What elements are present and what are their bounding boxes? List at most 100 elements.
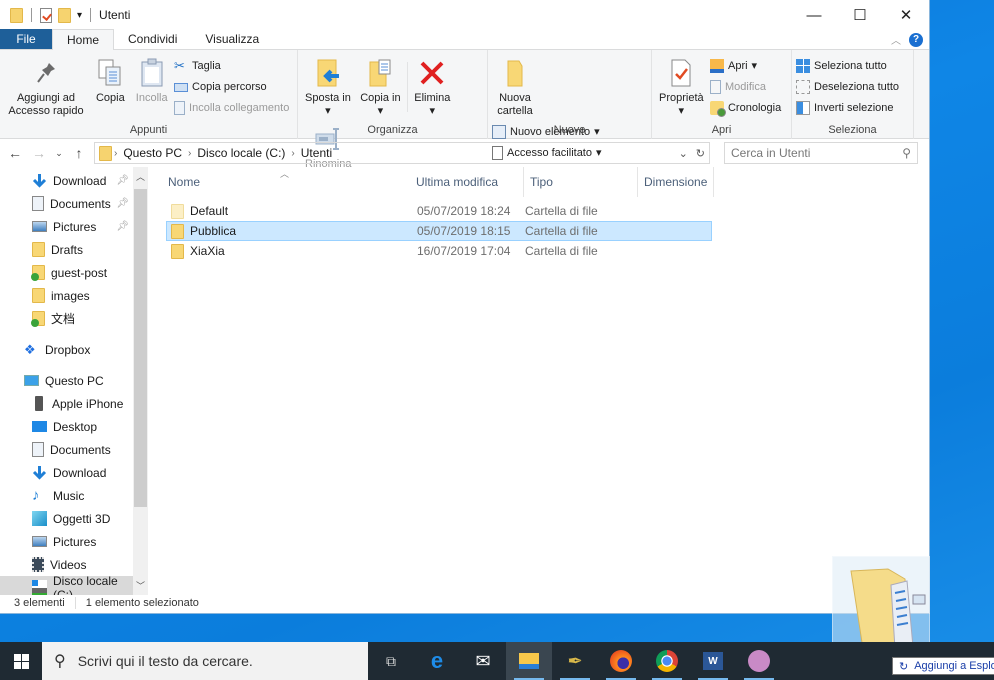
group-label: Seleziona	[828, 124, 877, 136]
copy-path-button[interactable]: Copia percorso	[174, 77, 289, 96]
sidebar-item-documents[interactable]: Documents 📌︎	[0, 192, 133, 215]
file-explorer-button[interactable]	[506, 642, 552, 680]
copy-to-button[interactable]: Copia in ▾	[357, 54, 403, 120]
tab-share[interactable]: Condividi	[114, 29, 191, 49]
cut-button[interactable]: ✂ Taglia	[174, 56, 289, 75]
delete-button[interactable]: Elimina ▾	[411, 54, 453, 120]
sidebar-item-desktop[interactable]: Desktop	[0, 415, 133, 438]
move-to-button[interactable]: Sposta in ▾	[302, 54, 354, 120]
folder-icon	[99, 145, 112, 161]
breadcrumb-users[interactable]: Utenti	[301, 146, 332, 160]
select-none-button[interactable]: Deseleziona tutto	[796, 77, 899, 96]
properties-icon[interactable]	[40, 7, 52, 23]
new-folder-button[interactable]: Nuova cartella	[492, 54, 538, 120]
group-label: Appunti	[129, 124, 168, 136]
select-none-icon	[796, 79, 810, 94]
mail-button[interactable]: ✉	[460, 642, 506, 680]
search-placeholder: Cerca in Utenti	[731, 146, 811, 160]
start-button[interactable]	[0, 642, 42, 680]
scissors-icon: ✂	[174, 57, 185, 73]
forward-button[interactable]: →	[30, 145, 48, 161]
scroll-down-icon[interactable]: ﹀	[133, 579, 148, 592]
edge-icon: e	[430, 648, 444, 673]
paste-shortcut-button[interactable]: Incolla collegamento	[174, 98, 289, 117]
copy-button[interactable]: Copia	[91, 54, 129, 107]
firefox-button[interactable]	[598, 642, 644, 680]
sidebar-item-documents-pc[interactable]: Documents	[0, 438, 133, 461]
taskbar-search[interactable]: ⚲ Scrivi qui il testo da cercare.	[42, 642, 368, 680]
collapse-ribbon-icon[interactable]: ︿	[891, 32, 901, 47]
properties-button[interactable]: Proprietà ▾	[656, 54, 707, 120]
sidebar-item-pictures-pc[interactable]: Pictures	[0, 530, 133, 553]
breadcrumb-this-pc[interactable]: Questo PC	[123, 146, 182, 160]
tab-file[interactable]: File	[0, 29, 52, 49]
chrome-button[interactable]	[644, 642, 690, 680]
sidebar-item-music[interactable]: ♪ Music	[0, 484, 133, 507]
sidebar-item-drafts[interactable]: Drafts	[0, 238, 133, 261]
invert-selection-icon	[796, 100, 810, 115]
sidebar-item-3d-objects[interactable]: Oggetti 3D	[0, 507, 133, 530]
file-row[interactable]: Default 05/07/2019 18:24 Cartella di fil…	[166, 201, 712, 221]
invert-selection-button[interactable]: Inverti selezione	[796, 98, 899, 117]
documents-icon	[32, 196, 44, 211]
open-button[interactable]: Apri ▾	[709, 56, 781, 75]
search-box[interactable]: Cerca in Utenti ⚲	[724, 142, 918, 164]
file-row[interactable]: XiaXia 16/07/2019 17:04 Cartella di file	[166, 241, 712, 261]
scrollbar-thumb[interactable]	[134, 189, 147, 507]
sidebar-item-download-pc[interactable]: Download	[0, 461, 133, 484]
download-arrow-icon	[32, 173, 47, 188]
pin-icon: 📌︎	[116, 175, 129, 186]
breadcrumb-local-disk[interactable]: Disco locale (C:)	[197, 146, 285, 160]
minimize-button[interactable]: —	[791, 0, 837, 30]
column-name[interactable]: Nome ︿	[150, 167, 410, 197]
paste-shortcut-icon	[174, 100, 186, 115]
back-button[interactable]: ←	[6, 145, 24, 161]
new-folder-icon	[499, 56, 531, 90]
pen-icon: ✒	[567, 650, 583, 671]
close-button[interactable]: ✕	[883, 0, 929, 30]
firefox-icon	[610, 650, 632, 672]
scroll-up-icon[interactable]: ︿	[133, 170, 148, 183]
maximize-button[interactable]: ☐	[837, 0, 883, 30]
pen-app-button[interactable]: ✒	[552, 642, 598, 680]
media-app-button[interactable]	[736, 642, 782, 680]
sidebar-item-images[interactable]: images	[0, 284, 133, 307]
sidebar-item-pictures[interactable]: Pictures 📌︎	[0, 215, 133, 238]
edit-button[interactable]: Modifica	[709, 77, 781, 96]
help-icon[interactable]: ?	[909, 32, 923, 47]
task-view-button[interactable]: ⧉	[368, 642, 414, 680]
navigation-scrollbar[interactable]: ︿ ﹀	[133, 167, 148, 595]
selection-count: 1 elemento selezionato	[85, 597, 199, 609]
new-folder-icon[interactable]	[58, 7, 71, 23]
sidebar-item-iphone[interactable]: Apple iPhone	[0, 392, 133, 415]
edge-button[interactable]: e	[414, 642, 460, 680]
sidebar-item-this-pc[interactable]: Questo PC	[0, 369, 133, 392]
select-all-button[interactable]: Seleziona tutto	[796, 56, 899, 75]
address-bar[interactable]: › Questo PC › Disco locale (C:) › Utenti…	[94, 142, 710, 164]
sidebar-item-guest-post[interactable]: guest-post	[0, 261, 133, 284]
sidebar-item-download[interactable]: Download 📌︎	[0, 169, 133, 192]
word-button[interactable]: W	[690, 642, 736, 680]
column-date[interactable]: Ultima modifica	[410, 167, 524, 197]
history-button[interactable]: Cronologia	[709, 98, 781, 117]
search-icon: ⚲	[902, 146, 911, 160]
address-dropdown-icon[interactable]: ⌄	[679, 147, 688, 160]
column-size[interactable]: Dimensione	[638, 167, 714, 197]
pin-quick-access-button[interactable]: Aggiungi ad Accesso rapido	[4, 54, 88, 120]
paste-button[interactable]: Incolla	[133, 54, 171, 107]
file-row[interactable]: Pubblica 05/07/2019 18:15 Cartella di fi…	[166, 221, 712, 241]
tab-view[interactable]: Visualizza	[191, 29, 273, 49]
sidebar-item-dropbox[interactable]: ❖ Dropbox	[0, 338, 133, 361]
computer-icon	[24, 375, 39, 386]
history-icon	[709, 100, 726, 117]
customize-toolbar-icon[interactable]: ▾	[77, 10, 82, 21]
refresh-icon[interactable]: ↻	[696, 147, 705, 160]
sidebar-item-wendang[interactable]: 文档	[0, 307, 133, 330]
file-list: Nome ︿ Ultima modifica Tipo Dimensione De…	[150, 167, 929, 595]
tab-home[interactable]: Home	[52, 29, 115, 50]
select-all-icon	[796, 58, 810, 73]
recent-locations-button[interactable]: ⌄	[54, 148, 64, 159]
column-type[interactable]: Tipo	[524, 167, 638, 197]
word-icon: W	[703, 652, 723, 670]
up-button[interactable]: ↑	[70, 145, 88, 161]
